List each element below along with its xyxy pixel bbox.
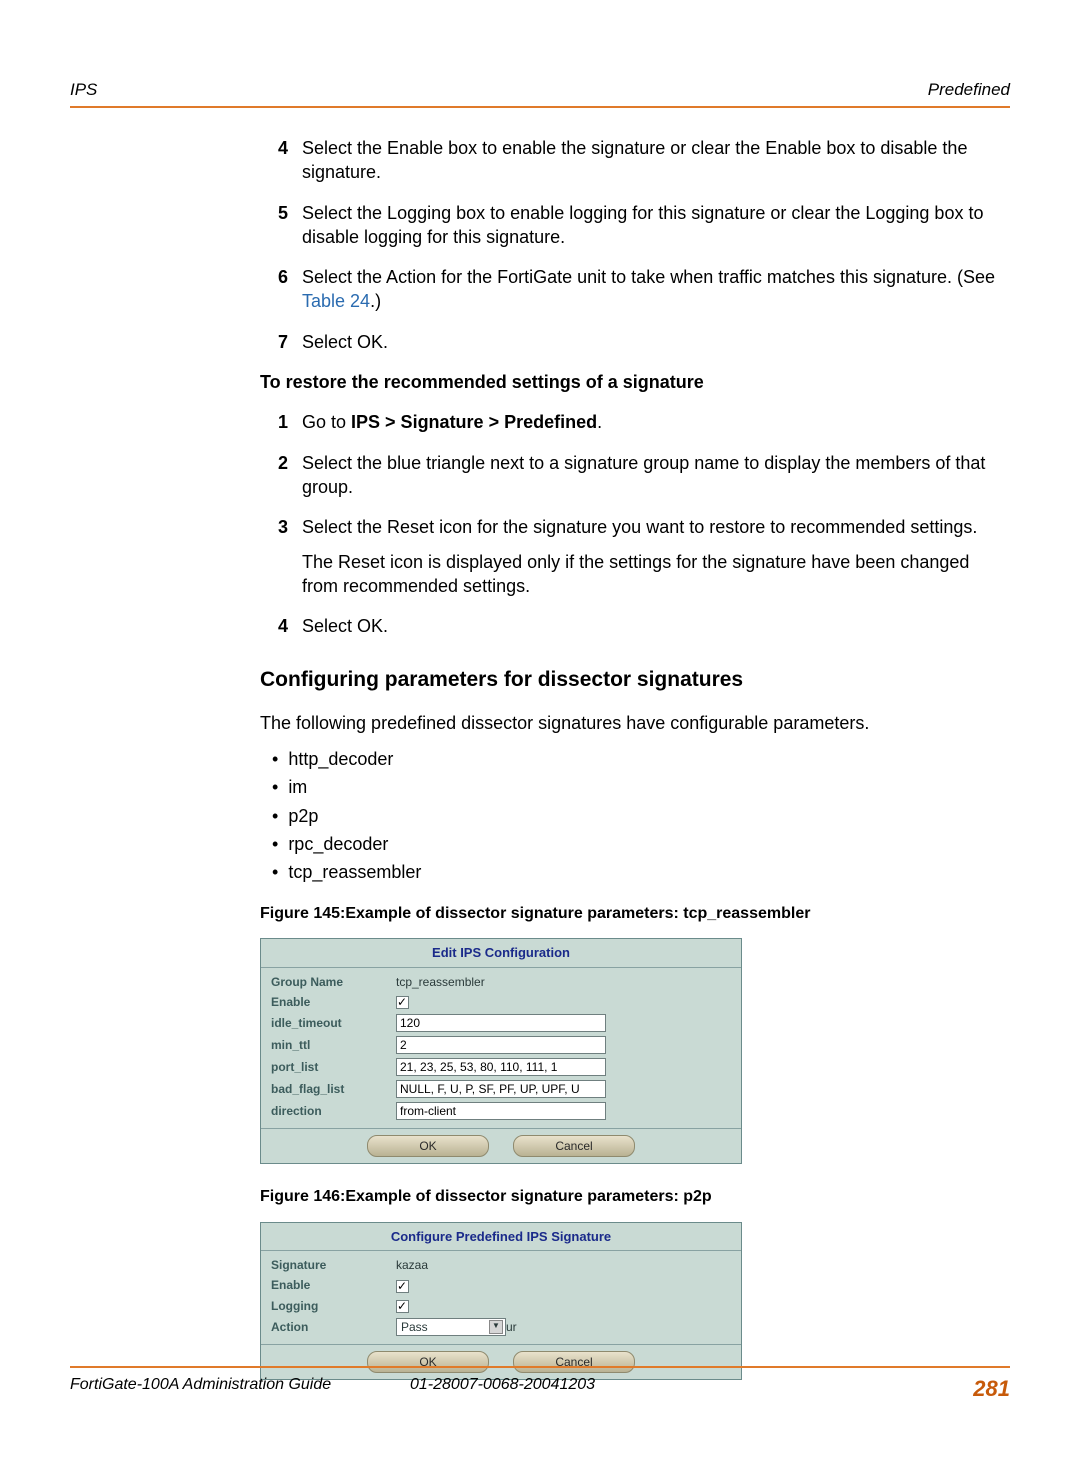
panel-title: Edit IPS Configuration	[261, 939, 741, 968]
step-6: 6 Select the Action for the FortiGate un…	[260, 265, 1010, 314]
bad-flag-list-label: bad_flag_list	[271, 1081, 396, 1097]
page-footer: FortiGate-100A Administration Guide 01-2…	[70, 1366, 1010, 1402]
bad-flag-list-input[interactable]	[396, 1080, 606, 1098]
step-number: 4	[260, 614, 302, 638]
footer-mid: 01-28007-0068-20041203	[410, 1376, 973, 1402]
dissector-bullets: http_decoder im p2p rpc_decoder tcp_reas…	[260, 747, 1010, 884]
restore-subhead: To restore the recommended settings of a…	[260, 370, 1010, 394]
step-number: 2	[260, 451, 302, 500]
ok-button[interactable]: OK	[367, 1135, 489, 1157]
step-text: Select the blue triangle next to a signa…	[302, 451, 1010, 500]
action-select[interactable]: Pass ▼	[396, 1318, 506, 1336]
step-text: Go to IPS > Signature > Predefined.	[302, 410, 1010, 434]
signature-value: kazaa	[396, 1257, 731, 1273]
direction-label: direction	[271, 1103, 396, 1119]
step-number: 1	[260, 410, 302, 434]
enable-checkbox[interactable]	[396, 996, 409, 1009]
list-item: rpc_decoder	[272, 832, 1010, 856]
step-7: 7 Select OK.	[260, 330, 1010, 354]
restore-step-1: 1 Go to IPS > Signature > Predefined.	[260, 410, 1010, 434]
step-number: 4	[260, 136, 302, 185]
restore-step-2: 2 Select the blue triangle next to a sig…	[260, 451, 1010, 500]
step-4: 4 Select the Enable box to enable the si…	[260, 136, 1010, 185]
header-right: Predefined	[928, 80, 1010, 100]
figure-146-caption: Figure 146:Example of dissector signatur…	[260, 1186, 1010, 1208]
signature-label: Signature	[271, 1257, 396, 1273]
cancel-button[interactable]: Cancel	[513, 1135, 635, 1157]
list-item: p2p	[272, 804, 1010, 828]
step-text: Select the Action for the FortiGate unit…	[302, 265, 1010, 314]
logging-checkbox[interactable]	[396, 1300, 409, 1313]
list-item: tcp_reassembler	[272, 860, 1010, 884]
step-text: Select the Enable box to enable the sign…	[302, 136, 1010, 185]
enable-label: Enable	[271, 1277, 396, 1293]
step-number: 7	[260, 330, 302, 354]
group-name-value: tcp_reassembler	[396, 974, 731, 990]
dissector-section-para: The following predefined dissector signa…	[260, 711, 1010, 735]
group-name-label: Group Name	[271, 974, 396, 990]
restore-step-3: 3 Select the Reset icon for the signatur…	[260, 515, 1010, 598]
min-ttl-input[interactable]	[396, 1036, 606, 1054]
chevron-down-icon: ▼	[489, 1320, 503, 1334]
action-label: Action	[271, 1319, 396, 1335]
enable-label: Enable	[271, 994, 396, 1010]
footer-left: FortiGate-100A Administration Guide	[70, 1376, 410, 1402]
step-text: Select the Reset icon for the signature …	[302, 515, 1010, 598]
action-select-value: Pass	[401, 1319, 428, 1335]
edit-ips-panel: Edit IPS Configuration Group Name tcp_re…	[260, 938, 742, 1164]
step-number: 6	[260, 265, 302, 314]
restore-step-4: 4 Select OK.	[260, 614, 1010, 638]
port-list-input[interactable]	[396, 1058, 606, 1076]
page-header: IPS Predefined	[70, 80, 1010, 108]
port-list-label: port_list	[271, 1059, 396, 1075]
panel-title: Configure Predefined IPS Signature	[261, 1223, 741, 1252]
idle-timeout-input[interactable]	[396, 1014, 606, 1032]
table-24-link[interactable]: Table 24	[302, 291, 370, 311]
logging-label: Logging	[271, 1298, 396, 1314]
figure-145-caption: Figure 145:Example of dissector signatur…	[260, 903, 1010, 925]
step-5: 5 Select the Logging box to enable loggi…	[260, 201, 1010, 250]
step-number: 5	[260, 201, 302, 250]
step-number: 3	[260, 515, 302, 598]
step-text: Select the Logging box to enable logging…	[302, 201, 1010, 250]
enable-checkbox[interactable]	[396, 1280, 409, 1293]
footer-page-number: 281	[973, 1376, 1010, 1402]
min-ttl-label: min_ttl	[271, 1037, 396, 1053]
idle-timeout-label: idle_timeout	[271, 1015, 396, 1031]
configure-predefined-panel: Configure Predefined IPS Signature Signa…	[260, 1222, 742, 1380]
step-text: Select OK.	[302, 614, 1010, 638]
list-item: im	[272, 775, 1010, 799]
direction-input[interactable]	[396, 1102, 606, 1120]
step-text: Select OK.	[302, 330, 1010, 354]
header-left: IPS	[70, 80, 97, 100]
list-item: http_decoder	[272, 747, 1010, 771]
dissector-section-head: Configuring parameters for dissector sig…	[260, 666, 1010, 694]
